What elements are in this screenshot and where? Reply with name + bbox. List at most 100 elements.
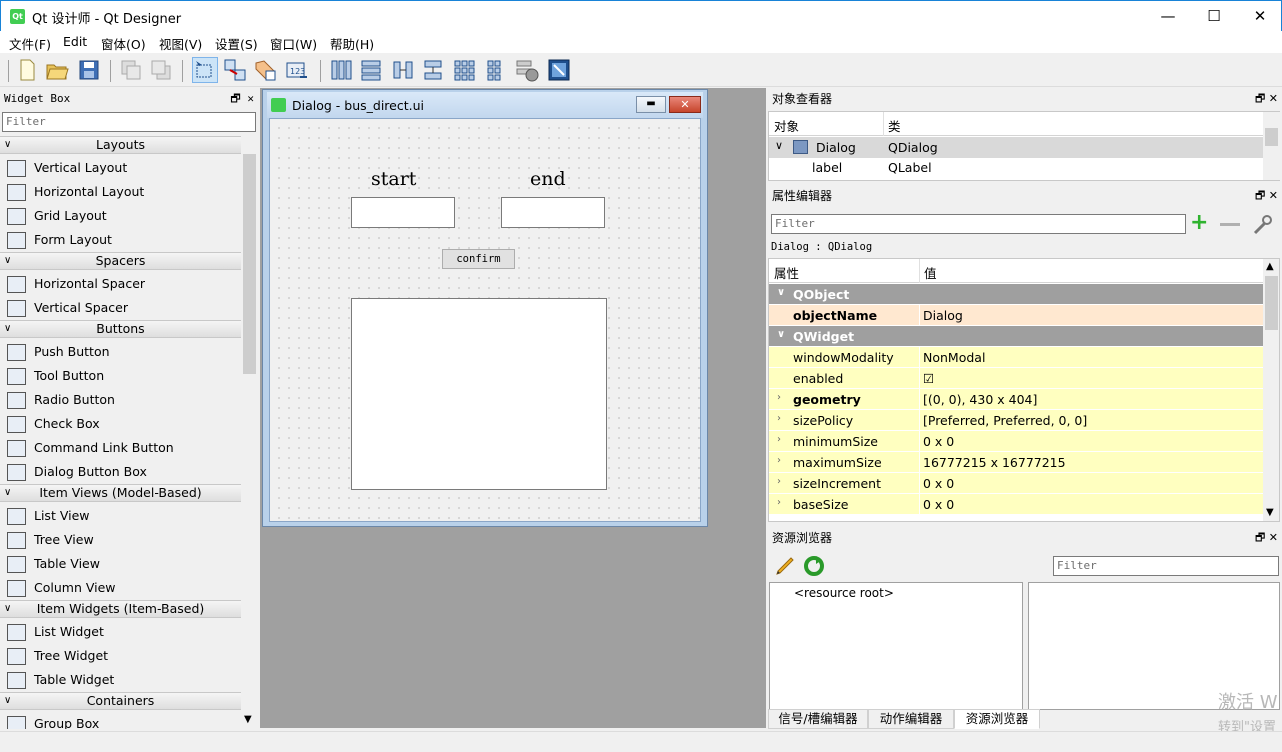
panel-float-close-icons[interactable]: 🗗 ✕: [1255, 528, 1278, 548]
property-value[interactable]: 0 x 0: [923, 497, 954, 512]
bring-to-front-icon[interactable]: [148, 57, 174, 83]
tab-action-editor[interactable]: 动作编辑器: [868, 709, 954, 729]
tab-signal-slot-editor[interactable]: 信号/槽编辑器: [768, 709, 868, 729]
edit-signals-slots-icon[interactable]: [222, 57, 248, 83]
expand-chevron-icon[interactable]: ›: [777, 434, 781, 445]
property-value[interactable]: 0 x 0: [923, 476, 954, 491]
col-object[interactable]: 对象: [774, 116, 799, 135]
layout-grid-icon[interactable]: [452, 57, 478, 83]
property-group-row[interactable]: ∨ QWidget: [769, 326, 1263, 347]
property-scrollbar[interactable]: ▲ ▼: [1263, 259, 1279, 521]
expand-chevron-icon[interactable]: ›: [777, 476, 781, 487]
minimize-button[interactable]: —: [1145, 1, 1191, 32]
end-input[interactable]: [501, 197, 605, 228]
property-value[interactable]: 16777215 x 16777215: [923, 455, 1066, 470]
add-property-icon[interactable]: +: [1190, 212, 1208, 234]
property-row[interactable]: enabled ☑: [769, 368, 1263, 389]
collapse-chevron-icon[interactable]: ∨: [4, 693, 11, 709]
property-row[interactable]: › geometry [(0, 0), 430 x 404]: [769, 389, 1263, 410]
category-header[interactable]: ∨ Spacers: [0, 252, 241, 270]
layout-vertical-icon[interactable]: [358, 57, 384, 83]
layout-h-splitter-icon[interactable]: [390, 57, 416, 83]
form-close-button[interactable]: ✕: [669, 96, 701, 113]
widget-item[interactable]: Push Button: [0, 340, 241, 364]
widget-item[interactable]: Vertical Spacer: [0, 296, 241, 320]
category-header[interactable]: ∨ Layouts: [0, 136, 241, 154]
collapse-chevron-icon[interactable]: ∨: [775, 139, 783, 152]
widget-item[interactable]: Table Widget: [0, 668, 241, 692]
col-value[interactable]: 值: [924, 263, 937, 282]
collapse-chevron-icon[interactable]: ∨: [4, 321, 11, 337]
property-value[interactable]: 0 x 0: [923, 434, 954, 449]
start-input[interactable]: [351, 197, 455, 228]
object-tree-scrollbar[interactable]: [1263, 112, 1280, 180]
edit-widgets-icon[interactable]: [192, 57, 218, 83]
property-value[interactable]: NonModal: [923, 350, 985, 365]
property-row[interactable]: objectName Dialog: [769, 305, 1263, 326]
widget-item[interactable]: Command Link Button: [0, 436, 241, 460]
widget-item[interactable]: Horizontal Spacer: [0, 272, 241, 296]
remove-property-icon[interactable]: [1220, 223, 1240, 226]
category-header[interactable]: ∨ Item Widgets (Item-Based): [0, 600, 241, 618]
scroll-up-icon[interactable]: ▲: [1266, 261, 1274, 272]
maximize-button[interactable]: ☐: [1191, 1, 1237, 32]
category-header[interactable]: ∨ Containers: [0, 692, 241, 710]
widget-item[interactable]: Tree Widget: [0, 644, 241, 668]
property-row[interactable]: › sizePolicy [Preferred, Preferred, 0, 0]: [769, 410, 1263, 431]
resource-root-item[interactable]: <resource root>: [794, 586, 894, 600]
panel-float-close-icons[interactable]: 🗗 ✕: [1255, 89, 1278, 109]
col-property[interactable]: 属性: [774, 263, 799, 282]
edit-buddies-icon[interactable]: [252, 57, 278, 83]
configure-wrench-icon[interactable]: [1251, 214, 1273, 236]
close-button[interactable]: ✕: [1237, 1, 1282, 32]
tab-resource-browser[interactable]: 资源浏览器: [954, 709, 1040, 729]
new-file-icon[interactable]: [14, 57, 40, 83]
result-text-area[interactable]: [351, 298, 607, 490]
property-filter-input[interactable]: Filter: [771, 214, 1186, 234]
save-icon[interactable]: [76, 57, 102, 83]
property-group-row[interactable]: ∨ QObject: [769, 284, 1263, 305]
start-label[interactable]: start: [371, 168, 416, 190]
widget-item[interactable]: Column View: [0, 576, 241, 600]
collapse-chevron-icon[interactable]: ∨: [777, 329, 785, 340]
widget-item[interactable]: Group Box: [0, 712, 241, 729]
menu-edit[interactable]: Edit: [63, 34, 87, 49]
collapse-chevron-icon[interactable]: ∨: [4, 137, 11, 153]
menu-view[interactable]: 视图(V): [159, 34, 202, 53]
open-folder-icon[interactable]: [44, 57, 70, 83]
scrollbar-thumb[interactable]: [243, 154, 256, 374]
collapse-chevron-icon[interactable]: ∨: [4, 485, 11, 501]
widget-item[interactable]: Check Box: [0, 412, 241, 436]
reload-icon[interactable]: [802, 554, 826, 578]
col-class[interactable]: 类: [888, 116, 901, 135]
resource-tree[interactable]: <resource root>: [769, 582, 1023, 710]
scrollbar-thumb[interactable]: [1265, 128, 1278, 146]
send-to-back-icon[interactable]: [118, 57, 144, 83]
scroll-down-icon[interactable]: ▼: [1266, 507, 1274, 518]
confirm-button[interactable]: confirm: [442, 249, 515, 269]
collapse-chevron-icon[interactable]: ∨: [4, 253, 11, 269]
menu-file[interactable]: 文件(F): [9, 34, 51, 53]
widget-item[interactable]: Tool Button: [0, 364, 241, 388]
scrollbar-thumb[interactable]: [1265, 276, 1278, 330]
category-header[interactable]: ∨ Item Views (Model-Based): [0, 484, 241, 502]
widget-item[interactable]: Vertical Layout: [0, 156, 241, 180]
edit-resources-pencil-icon[interactable]: [773, 554, 797, 578]
widget-item[interactable]: Tree View: [0, 528, 241, 552]
expand-chevron-icon[interactable]: ›: [777, 413, 781, 424]
edit-tab-order-icon[interactable]: 123: [284, 57, 310, 83]
menu-help[interactable]: 帮助(H): [330, 34, 374, 53]
tree-row-dialog[interactable]: ∨ Dialog QDialog: [769, 137, 1263, 158]
property-row[interactable]: › maximumSize 16777215 x 16777215: [769, 452, 1263, 473]
widget-box-scrollbar[interactable]: ▼: [241, 136, 258, 729]
layout-horizontal-icon[interactable]: [328, 57, 354, 83]
menu-form[interactable]: 窗体(O): [101, 34, 146, 53]
form-minimize-button[interactable]: ▬: [636, 96, 666, 113]
property-row[interactable]: windowModality NonModal: [769, 347, 1263, 368]
widget-filter-input[interactable]: Filter: [2, 112, 256, 132]
menu-settings[interactable]: 设置(S): [215, 34, 258, 53]
widget-item[interactable]: Table View: [0, 552, 241, 576]
end-label[interactable]: end: [530, 168, 566, 190]
collapse-chevron-icon[interactable]: ∨: [777, 287, 785, 298]
collapse-chevron-icon[interactable]: ∨: [4, 601, 11, 617]
